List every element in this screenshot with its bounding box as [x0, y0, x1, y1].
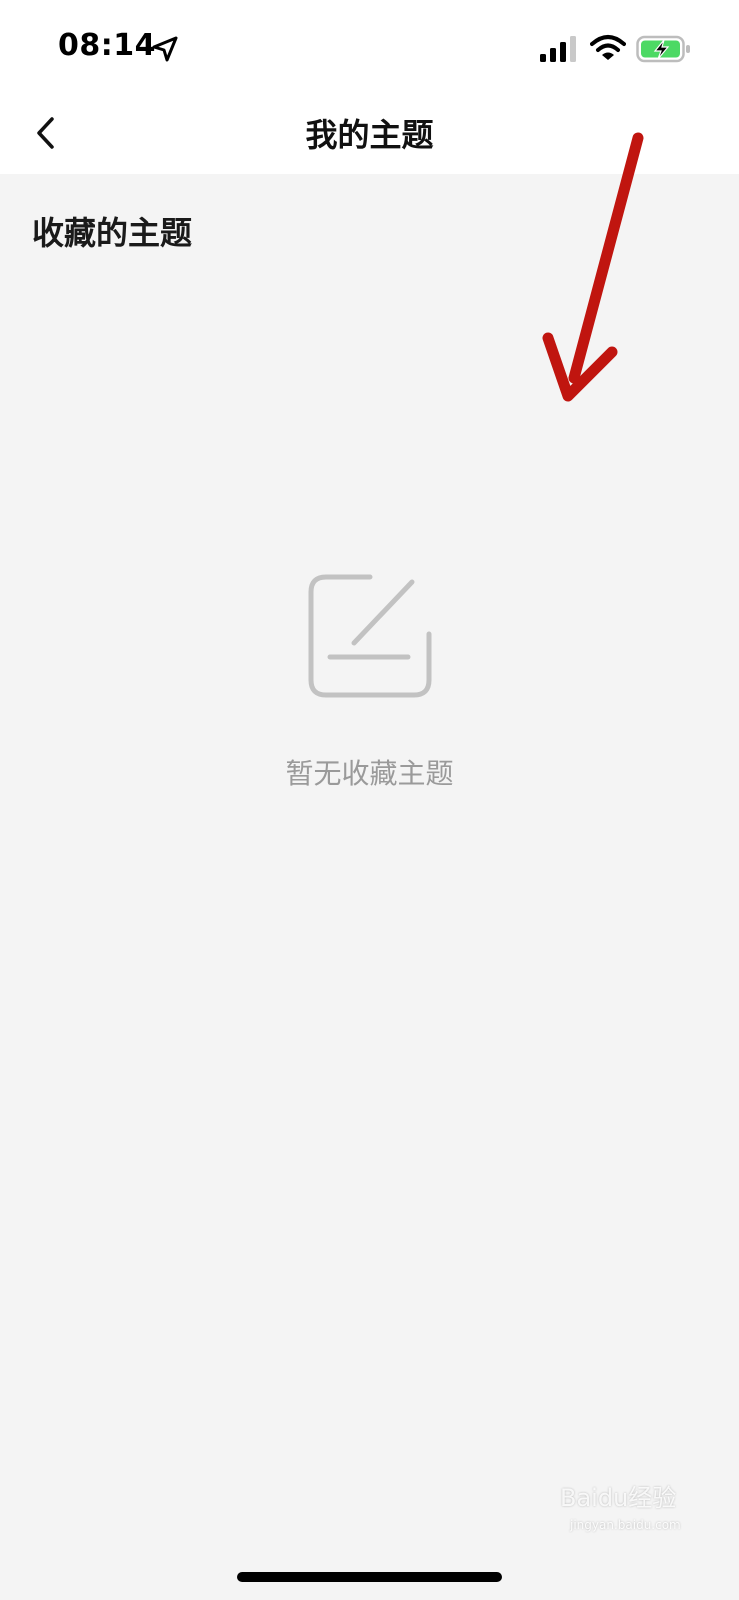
- empty-state-message: 暂无收藏主题: [285, 757, 454, 790]
- cellular-signal-icon: [540, 36, 576, 62]
- battery-charging-icon: [636, 35, 690, 63]
- section-title: 收藏的主题: [32, 214, 193, 252]
- annotation-arrow: [542, 132, 644, 402]
- baidu-watermark: Baidu经验: [560, 1484, 677, 1512]
- wifi-icon: [590, 35, 626, 60]
- location-arrow-icon: [152, 36, 178, 62]
- edit-square-icon: [308, 574, 432, 698]
- baidu-watermark-url: jingyan.baidu.com: [570, 1518, 681, 1532]
- status-bar: 08:14: [0, 0, 739, 92]
- home-indicator[interactable]: [237, 1572, 502, 1582]
- status-time: 08:14: [58, 28, 156, 63]
